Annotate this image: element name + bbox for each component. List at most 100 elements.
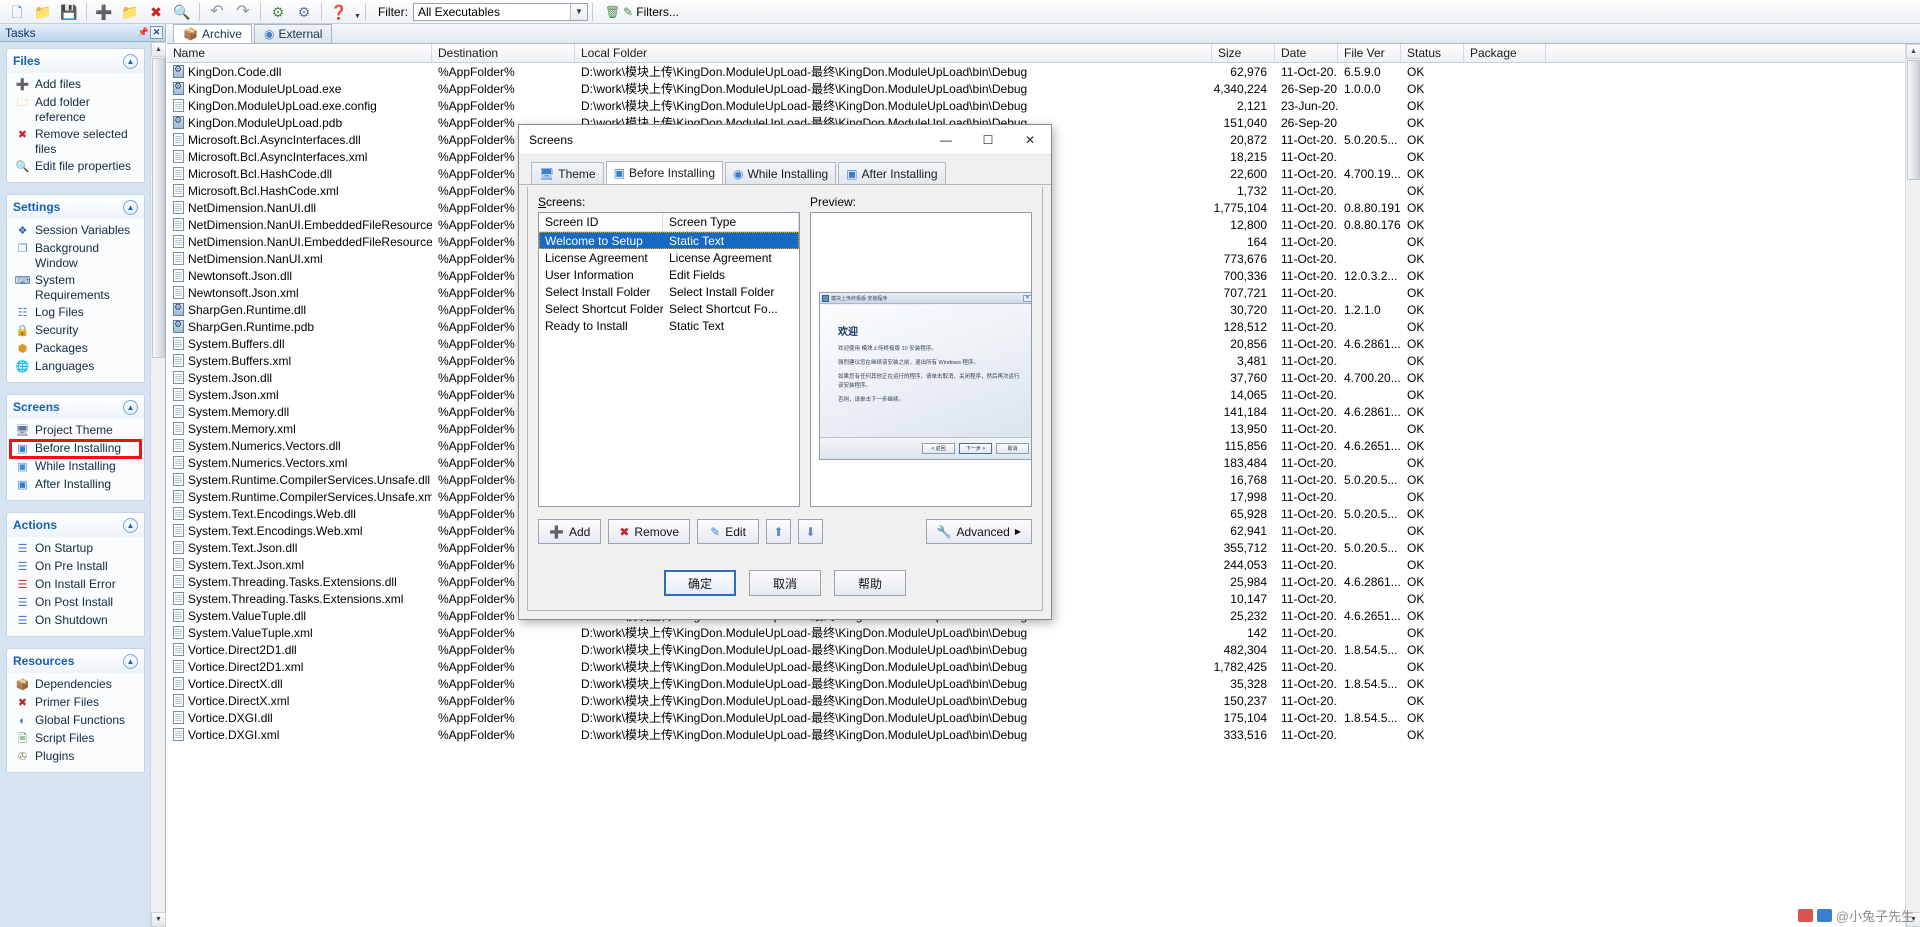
column-header-local-folder[interactable]: Local Folder — [575, 44, 1212, 62]
new-project-button[interactable]: 🗋 — [4, 1, 30, 23]
edit-screen-button[interactable]: ✎ Edit — [697, 519, 760, 544]
group-header[interactable]: Resources ▲ — [7, 649, 144, 673]
sidebar-item-on-install-error[interactable]: ☰ On Install Error — [7, 576, 144, 594]
column-header-date[interactable]: Date — [1275, 44, 1338, 62]
scrollbar-thumb[interactable] — [1907, 60, 1920, 180]
sidebar-item-on-pre-install[interactable]: ☰ On Pre Install — [7, 558, 144, 576]
sidebar-item-on-shutdown[interactable]: ☰ On Shutdown — [7, 612, 144, 630]
dialog-tab-theme[interactable]: 🖥 Theme — [531, 162, 604, 184]
settings-button[interactable]: ⚙ — [291, 1, 317, 23]
help-button[interactable]: ❓ — [326, 1, 352, 23]
column-header-status[interactable]: Status — [1401, 44, 1464, 62]
table-row[interactable]: Vortice.DirectX.xml %AppFolder% D:\work\模块… — [167, 692, 1905, 709]
maximize-icon[interactable]: ☐ — [967, 125, 1009, 154]
dialog-tab-while-installing[interactable]: ◉ While Installing — [725, 162, 837, 184]
open-project-button[interactable]: 📁 — [30, 1, 56, 23]
sidebar-item-packages[interactable]: ⬢ Packages — [7, 340, 144, 358]
scroll-down-icon[interactable]: ▼ — [151, 912, 166, 927]
column-header-package[interactable]: Package — [1464, 44, 1546, 62]
sidebar-item-global-functions[interactable]: ◐ Global Functions — [7, 712, 144, 730]
add-screen-button[interactable]: ➕ Add — [538, 519, 602, 544]
filter-combobox[interactable]: All Executables ▼ — [412, 2, 588, 21]
table-row[interactable]: System.ValueTuple.xml %AppFolder% D:\work\… — [167, 624, 1905, 641]
sidebar-item-languages[interactable]: 🌐 Languages — [7, 358, 144, 376]
table-row[interactable]: Vortice.Direct2D1.xml %AppFolder% D:\work\… — [167, 658, 1905, 675]
sidebar-item-remove-selected-files[interactable]: ✖ Remove selected files — [7, 126, 144, 158]
dialog-tab-before-installing[interactable]: ▣ Before Installing — [605, 161, 723, 184]
advanced-button[interactable]: 🔧 Advanced ▶ — [925, 519, 1032, 544]
sidebar-item-script-files[interactable]: 🗎 Script Files — [7, 730, 144, 748]
chevron-down-icon[interactable]: ▼ — [569, 3, 587, 20]
group-header[interactable]: Actions ▲ — [7, 513, 144, 537]
sidebar-item-while-installing[interactable]: ▣ While Installing — [7, 458, 144, 476]
table-row[interactable]: Vortice.DXGI.dll %AppFolder% D:\work\模块上传\… — [167, 709, 1905, 726]
screens-list[interactable]: Screen ID Screen Type Welcome to Setup Sta… — [538, 212, 800, 507]
chevron-up-icon[interactable]: ▲ — [123, 399, 138, 415]
sidebar-item-add-folder-reference[interactable]: 🗀 Add folder reference — [7, 94, 144, 126]
column-header-name[interactable]: Name — [167, 44, 432, 62]
remove-screen-button[interactable]: ✖ Remove — [608, 519, 691, 544]
filters-button[interactable]: 🗑 ✎ Filters... — [605, 5, 679, 19]
remove-files-button[interactable]: ✖ — [143, 1, 169, 23]
tasks-scrollbar[interactable]: ▲ ▼ — [150, 42, 166, 927]
table-row[interactable]: KingDon.Code.dll %AppFolder% D:\work\模块上传\… — [167, 63, 1905, 80]
scrollbar-thumb[interactable] — [152, 58, 165, 358]
screens-list-item[interactable]: User Information Edit Fields — [539, 266, 799, 283]
sidebar-item-after-installing[interactable]: ▣ After Installing — [7, 476, 144, 494]
column-header-size[interactable]: Size — [1212, 44, 1275, 62]
sidebar-item-security[interactable]: 🔒 Security — [7, 322, 144, 340]
move-down-button[interactable]: ⬇ — [798, 519, 824, 544]
close-icon[interactable]: ✕ — [1009, 125, 1051, 154]
table-row[interactable]: KingDon.ModuleUpLoad.exe.config %AppFolde… — [167, 97, 1905, 114]
search-button[interactable]: 🔍 — [169, 1, 195, 23]
chevron-up-icon[interactable]: ▲ — [123, 199, 138, 215]
scroll-down-icon[interactable]: ▼ — [1906, 912, 1920, 927]
column-header-file-ver[interactable]: File Ver — [1338, 44, 1401, 62]
sidebar-item-background-window[interactable]: ❐ Background Window — [7, 240, 144, 272]
screens-list-item[interactable]: License Agreement License Agreement — [539, 249, 799, 266]
move-up-button[interactable]: ⬆ — [766, 519, 792, 544]
sidebar-item-dependencies[interactable]: 📦 Dependencies — [7, 676, 144, 694]
screens-list-item[interactable]: Select Install Folder Select Install Fold… — [539, 283, 799, 300]
screens-list-rows[interactable]: Welcome to Setup Static Text License Agree… — [539, 232, 799, 334]
file-list-scrollbar[interactable]: ▲ ▼ — [1905, 44, 1920, 927]
undo-button[interactable]: ↶ — [204, 1, 230, 23]
sidebar-item-system-requirements[interactable]: ⌨ System Requirements — [7, 272, 144, 304]
sidebar-item-project-theme[interactable]: 🖥 Project Theme — [7, 422, 144, 440]
sidebar-item-log-files[interactable]: ☷ Log Files — [7, 304, 144, 322]
table-row[interactable]: KingDon.ModuleUpLoad.exe %AppFolder% D:\wo… — [167, 80, 1905, 97]
sidebar-item-primer-files[interactable]: ✖ Primer Files — [7, 694, 144, 712]
pin-icon[interactable]: 📌 — [137, 26, 150, 39]
table-row[interactable]: Vortice.DirectX.dll %AppFolder% D:\work\模块… — [167, 675, 1905, 692]
sidebar-item-before-installing[interactable]: ▣ Before Installing — [7, 439, 144, 459]
sidebar-item-add-files[interactable]: ➕ Add files — [7, 76, 144, 94]
add-files-button[interactable]: ➕ — [91, 1, 117, 23]
sidebar-item-session-variables[interactable]: ❖ Session Variables — [7, 222, 144, 240]
chevron-up-icon[interactable]: ▲ — [123, 517, 138, 533]
column-header-destination[interactable]: Destination — [432, 44, 575, 62]
close-icon[interactable]: ✕ — [150, 26, 163, 39]
screens-column-screen-type[interactable]: Screen Type — [663, 213, 799, 231]
sidebar-item-on-startup[interactable]: ☰ On Startup — [7, 540, 144, 558]
toolbar-overflow-icon[interactable]: ▼ — [354, 13, 361, 20]
tab-external[interactable]: ◉ External — [253, 24, 333, 43]
build-button[interactable]: ⚙ — [265, 1, 291, 23]
redo-button[interactable]: ↷ — [230, 1, 256, 23]
add-folder-button[interactable]: 📁 — [117, 1, 143, 23]
dialog-tab-after-installing[interactable]: ▣ After Installing — [838, 162, 946, 184]
sidebar-item-edit-file-properties[interactable]: 🔍 Edit file properties — [7, 158, 144, 176]
chevron-up-icon[interactable]: ▲ — [123, 653, 138, 669]
table-row[interactable]: Vortice.DXGI.xml %AppFolder% D:\work\模块上传\… — [167, 726, 1905, 743]
scroll-up-icon[interactable]: ▲ — [1906, 44, 1920, 59]
group-header[interactable]: Files ▲ — [7, 49, 144, 73]
sidebar-item-plugins[interactable]: ✇ Plugins — [7, 748, 144, 766]
tab-archive[interactable]: 📦 Archive — [173, 24, 252, 43]
save-project-button[interactable]: 💾 — [56, 1, 82, 23]
scroll-up-icon[interactable]: ▲ — [151, 42, 166, 57]
screens-list-item[interactable]: Select Shortcut Folder Select Shortcut Fo… — [539, 300, 799, 317]
screens-column-screen-id[interactable]: Screen ID — [539, 213, 663, 231]
help-button[interactable]: 帮助 — [834, 570, 906, 596]
minimize-icon[interactable]: — — [925, 125, 967, 154]
table-row[interactable]: Vortice.Direct2D1.dll %AppFolder% D:\work\… — [167, 641, 1905, 658]
group-header[interactable]: Settings ▲ — [7, 195, 144, 219]
